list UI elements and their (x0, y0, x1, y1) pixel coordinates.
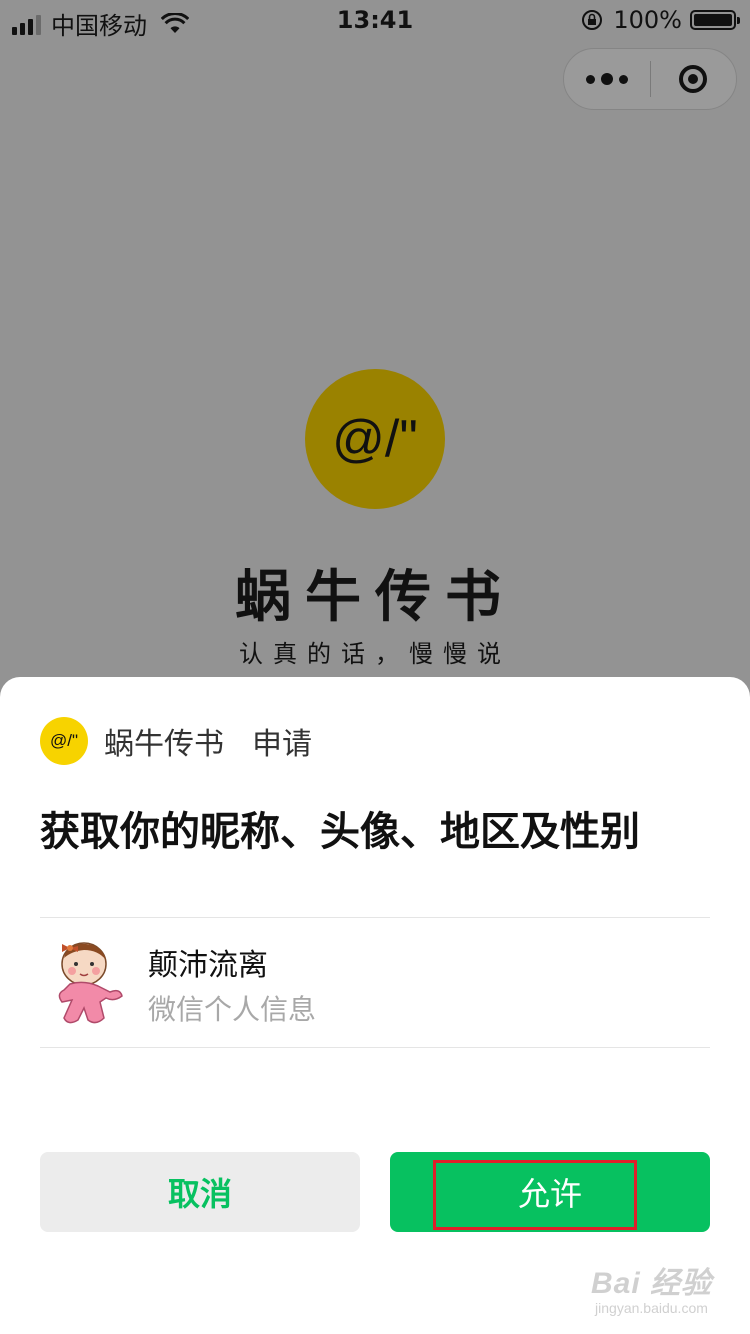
app-logo: @/" (305, 369, 445, 509)
close-circle-icon[interactable] (651, 49, 737, 109)
request-label: 申请 (252, 727, 312, 762)
user-info-label: 微信个人信息 (148, 993, 317, 1026)
cancel-button[interactable]: 取消 (40, 1152, 360, 1232)
user-nickname: 颠沛流离 (148, 948, 268, 983)
sheet-header: @/" 蜗牛传书 申请 (40, 717, 312, 765)
watermark: Bai 经验 jingyan.baidu.com (591, 1258, 712, 1316)
permission-title: 获取你的昵称、头像、地区及性别 (40, 809, 640, 855)
watermark-main: Bai 经验 (590, 1267, 712, 1300)
app-logo-small: @/" (40, 717, 88, 765)
more-dots-icon[interactable] (564, 49, 650, 109)
app-slogan: 认真的话，慢慢说 (239, 640, 511, 668)
app-title: 蜗牛传书 (235, 565, 515, 630)
status-bar: 中国移动 13:41 100% (0, 0, 750, 40)
user-profile-row[interactable]: 颠沛流离 微信个人信息 (40, 918, 710, 1046)
allow-button[interactable]: 允许 (390, 1152, 710, 1232)
miniprogram-capsule (563, 48, 737, 110)
battery-percent: 100% (613, 6, 682, 34)
watermark-sub: jingyan.baidu.com (595, 1300, 708, 1316)
divider (40, 1047, 710, 1048)
authorization-sheet: @/" 蜗牛传书 申请 获取你的昵称、头像、地区及性别 颠沛流离 微信个人信息 … (0, 677, 750, 1334)
status-right: 100% (581, 6, 740, 34)
avatar (58, 942, 123, 1024)
app-name: 蜗牛传书 (104, 727, 224, 762)
rotation-lock-icon (582, 10, 603, 30)
battery-icon (690, 10, 740, 30)
